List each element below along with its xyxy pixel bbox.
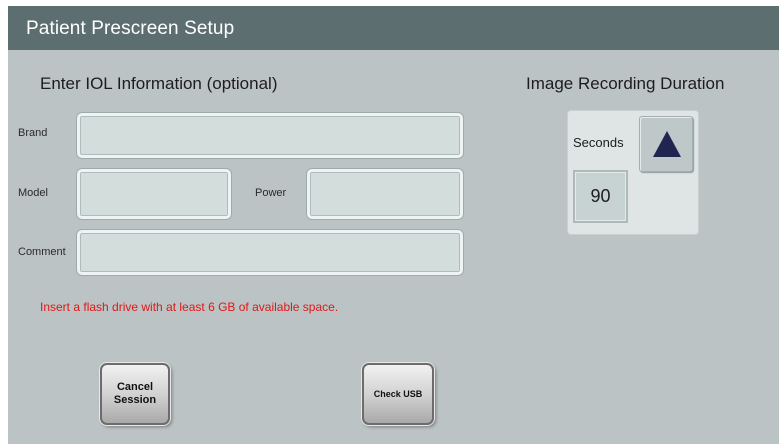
title-bar: Patient Prescreen Setup [8, 6, 779, 50]
brand-label: Brand [18, 127, 48, 139]
prescreen-setup-window: Patient Prescreen Setup Enter IOL Inform… [8, 6, 779, 444]
cancel-button-label-line1: Cancel [116, 381, 154, 393]
iol-section-heading: Enter IOL Information (optional) [40, 74, 278, 93]
cancel-session-button[interactable]: Cancel Session [100, 363, 170, 425]
seconds-label: Seconds [573, 135, 624, 150]
model-input[interactable] [77, 169, 231, 219]
check-usb-button[interactable]: Check USB [362, 363, 434, 425]
comment-input[interactable] [77, 230, 463, 275]
model-label: Model [18, 187, 48, 199]
triangle-up-icon [653, 131, 681, 157]
check-usb-button-label: Check USB [373, 389, 423, 399]
recording-duration-heading: Image Recording Duration [526, 74, 725, 93]
usb-warning-message: Insert a flash drive with at least 6 GB … [40, 300, 339, 314]
brand-input[interactable] [77, 113, 463, 158]
power-input[interactable] [307, 169, 463, 219]
page-title: Patient Prescreen Setup [26, 18, 235, 39]
recording-duration-panel: Seconds 90 [568, 111, 698, 234]
screen: Patient Prescreen Setup Enter IOL Inform… [0, 0, 779, 444]
cancel-button-label-line2: Session [113, 394, 157, 406]
comment-label: Comment [18, 246, 66, 258]
power-label: Power [255, 187, 287, 199]
increase-seconds-button[interactable] [639, 116, 693, 172]
seconds-value: 90 [573, 170, 628, 223]
